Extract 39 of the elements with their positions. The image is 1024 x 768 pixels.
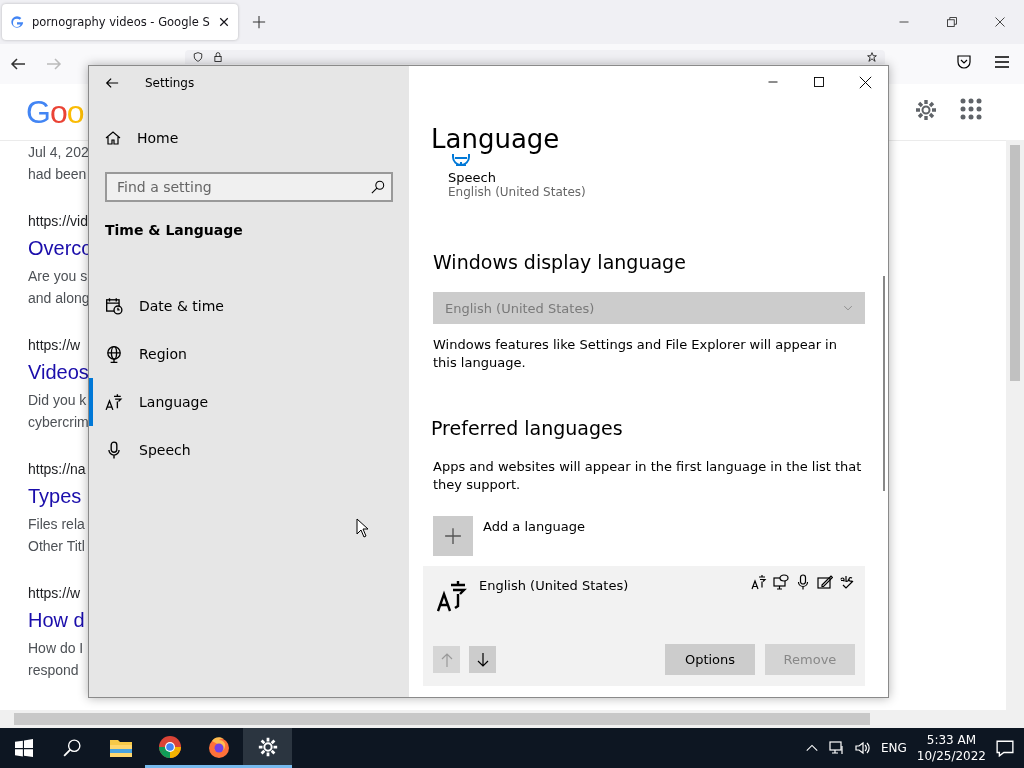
speech-value: English (United States) [448,185,587,199]
result-snippet: Are you s [28,267,88,286]
result-snippet: had been [28,165,87,184]
result-title[interactable]: Videos [28,355,89,389]
nav-item[interactable]: Speech [89,426,409,474]
description: Apps and websites will appear in the first language in the list that they support. [433,458,863,494]
page-heading: Language [431,124,560,154]
result-url: https://w [28,336,81,355]
language-name: English (United States) [479,578,629,593]
nav-item[interactable]: Language [89,378,409,426]
clock-date[interactable]: 10/25/2022 [916,748,986,764]
result-url: https://vid [28,212,88,231]
section-title: Time & Language [105,222,244,240]
speech-label[interactable]: Speech [448,154,888,185]
result-title[interactable]: Types [28,479,82,513]
result-snippet: Did you k [28,391,87,410]
nav-item[interactable]: Date & time [89,282,409,330]
result-snippet: cybercrim [28,413,89,432]
google-logo[interactable]: Goo [26,93,84,131]
result-title[interactable]: How d [28,603,85,637]
description: Windows features like Settings and File Explorer will appear in this language. [433,336,838,372]
browser-tab[interactable]: pornography videos - Google S [2,4,238,40]
result-snippet: How do I [28,639,84,658]
window-title: Settings [145,76,195,90]
result-url: https://w [28,584,81,603]
result-snippet: Files rela [28,515,85,534]
result-snippet: Other Titl [28,537,85,556]
result-snippet: respond [28,661,79,680]
section-heading: Preferred languages [431,416,624,440]
options-button[interactable]: Options [665,644,755,675]
result-snippet: Jul 4, 202 [28,143,89,162]
nav-item[interactable]: Region [89,330,409,378]
home-link[interactable]: Home [89,120,185,156]
clock-time[interactable]: 5:33 AM [926,732,977,748]
input-language[interactable]: ENG [880,741,907,755]
add-language-button[interactable]: Add a language [433,516,585,556]
search-field[interactable]: Find a setting [105,172,393,202]
section-heading: Windows display language [433,250,687,274]
result-url: https://na [28,460,86,479]
